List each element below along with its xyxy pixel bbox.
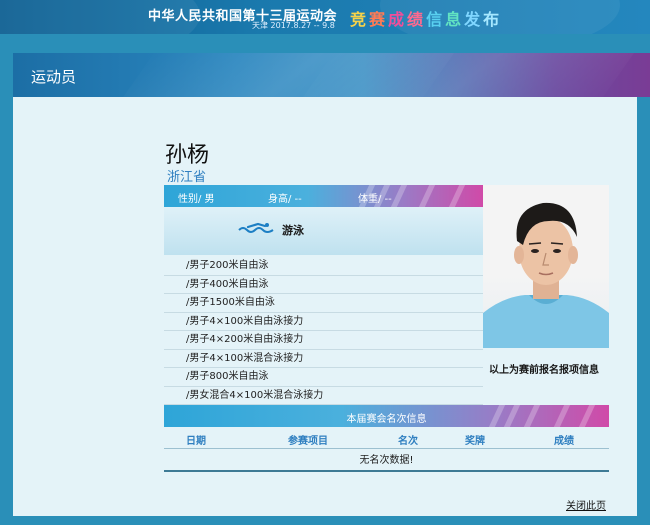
list-item: /男子4×200米自由泳接力 [164, 331, 483, 350]
event-list: /男子200米自由泳 /男子400米自由泳 /男子1500米自由泳 /男子4×1… [164, 257, 483, 405]
column-header-result: 成绩 [554, 436, 574, 447]
release-char: 信 [426, 10, 446, 29]
release-char: 布 [483, 10, 503, 29]
athlete-height: 身高/ -- [268, 194, 302, 205]
list-item: /男子4×100米混合泳接力 [164, 350, 483, 368]
athlete-name: 孙杨 [165, 143, 210, 168]
athlete-portrait [483, 202, 609, 348]
results-release-title: 竞赛成绩信息发布 [350, 6, 502, 30]
sport-section: 游泳 [164, 207, 483, 255]
athlete-region: 浙江省 [167, 170, 207, 185]
list-item: /男子1500米自由泳 [164, 294, 483, 313]
list-item: /男子200米自由泳 [164, 257, 483, 276]
release-char: 成 [388, 10, 408, 29]
list-item: /男子400米自由泳 [164, 276, 483, 294]
athlete-photo [483, 185, 609, 348]
list-item: /男子4×100米自由泳接力 [164, 313, 483, 331]
rankings-empty-message: 无名次数据! [164, 449, 609, 472]
column-header-event: 参赛项目 [288, 436, 328, 447]
rankings-title: 本届赛会名次信息 [346, 414, 427, 425]
section-header: 运动员 [13, 53, 650, 97]
athlete-stats-bar: 性别/ 男 身高/ -- 体重/ -- [164, 185, 483, 207]
swimming-icon [238, 222, 274, 233]
release-char: 绩 [407, 10, 427, 29]
sport-name: 游泳 [282, 224, 304, 237]
close-page-link[interactable]: 关闭此页 [566, 497, 606, 512]
top-banner: 中华人民共和国第十三届运动会 天津 2017.8.27 -- 9.8 竞赛成绩信… [0, 0, 650, 34]
column-header-rank: 名次 [398, 436, 418, 447]
release-char: 发 [464, 10, 484, 29]
rankings-columns: 日期 参赛项目 名次 奖牌 成绩 [164, 427, 609, 449]
release-char: 竞 [350, 10, 370, 29]
list-item: /男女混合4×100米混合泳接力 [164, 387, 483, 405]
games-dates: 天津 2017.8.27 -- 9.8 [252, 21, 335, 30]
section-title: 运动员 [31, 68, 77, 86]
list-item: /男子800米自由泳 [164, 368, 483, 387]
column-header-medal: 奖牌 [465, 436, 485, 447]
photo-caption: 以上为赛前报名报项信息 [489, 365, 599, 376]
column-header-date: 日期 [186, 436, 206, 447]
rankings-header: 本届赛会名次信息 [164, 405, 609, 427]
athlete-weight: 体重/ -- [358, 194, 392, 205]
athlete-gender: 性别/ 男 [178, 194, 215, 205]
release-char: 赛 [369, 10, 389, 29]
release-char: 息 [445, 10, 465, 29]
